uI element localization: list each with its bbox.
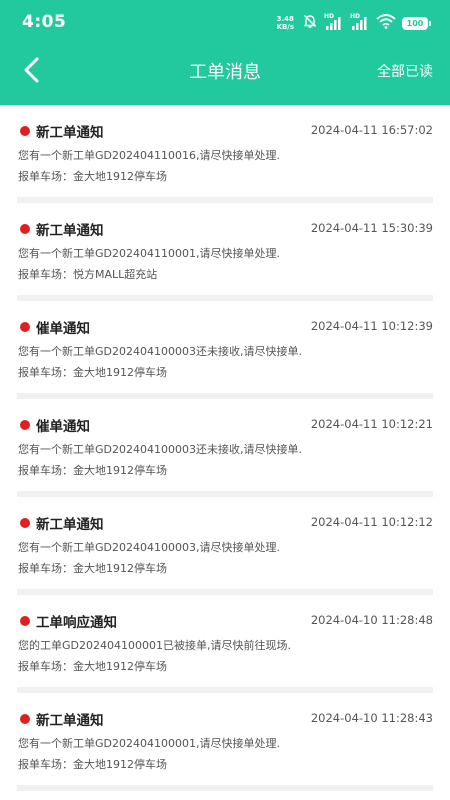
signal-2-icon: HD bbox=[350, 13, 370, 31]
message-desc: 您有一个新工单GD202404100003还未接收,请尽快接单. bbox=[18, 443, 302, 456]
message-list: 新工单通知 2024-04-11 16:57:02 您有一个新工单GD20240… bbox=[0, 105, 450, 791]
message-place: 报单车场：金大地1912停车场 bbox=[18, 464, 167, 477]
message-time: 2024-04-10 11:28:43 bbox=[310, 711, 433, 725]
mute-bell-icon bbox=[302, 13, 318, 33]
message-place: 报单车场：金大地1912停车场 bbox=[18, 366, 167, 379]
message-title: 新工单通知 bbox=[36, 125, 104, 141]
message-title: 催单通知 bbox=[36, 419, 90, 435]
message-item[interactable]: 新工单通知 2024-04-11 10:12:12 您有一个新工单GD20240… bbox=[17, 497, 433, 595]
message-time: 2024-04-11 10:12:12 bbox=[310, 515, 433, 529]
message-time: 2024-04-11 16:57:02 bbox=[310, 123, 433, 137]
status-icons: 3.48 KB/s HD HD 100 bbox=[277, 13, 431, 33]
message-title: 新工单通知 bbox=[36, 223, 104, 239]
net-speed-unit: KB/s bbox=[276, 23, 294, 31]
message-desc: 您有一个新工单GD202404100001,请尽快接单处理. bbox=[18, 737, 280, 750]
unread-dot-icon bbox=[20, 322, 30, 332]
message-time: 2024-04-11 10:12:39 bbox=[310, 319, 433, 333]
net-speed-value: 3.48 bbox=[276, 15, 294, 23]
header: 4:05 3.48 KB/s HD HD 100 工单消息 全部已读 bbox=[0, 0, 450, 105]
message-desc: 您有一个新工单GD202404110016,请尽快接单处理. bbox=[18, 149, 280, 162]
message-place: 报单车场：金大地1912停车场 bbox=[18, 660, 167, 673]
message-item[interactable]: 工单响应通知 2024-04-10 11:28:48 您的工单GD2024041… bbox=[17, 595, 433, 693]
signal-1-icon: HD bbox=[324, 13, 344, 31]
message-item[interactable]: 催单通知 2024-04-11 10:12:39 您有一个新工单GD202404… bbox=[17, 301, 433, 399]
unread-dot-icon bbox=[20, 126, 30, 136]
message-title: 催单通知 bbox=[36, 321, 90, 337]
message-item[interactable]: 新工单通知 2024-04-11 15:30:39 您有一个新工单GD20240… bbox=[17, 203, 433, 301]
unread-dot-icon bbox=[20, 714, 30, 724]
mark-all-read-button[interactable]: 全部已读 bbox=[377, 61, 433, 81]
unread-dot-icon bbox=[20, 224, 30, 234]
net-speed: 3.48 KB/s bbox=[277, 15, 294, 31]
unread-dot-icon bbox=[20, 518, 30, 528]
message-title: 新工单通知 bbox=[36, 713, 104, 729]
message-title: 工单响应通知 bbox=[36, 615, 117, 631]
message-desc: 您有一个新工单GD202404100003还未接收,请尽快接单. bbox=[18, 345, 302, 358]
message-time: 2024-04-10 11:28:48 bbox=[310, 613, 433, 627]
nav-bar: 工单消息 全部已读 bbox=[0, 46, 450, 96]
message-time: 2024-04-11 15:30:39 bbox=[310, 221, 433, 235]
message-item[interactable]: 新工单通知 2024-04-11 16:57:02 您有一个新工单GD20240… bbox=[17, 105, 433, 203]
message-place: 报单车场：金大地1912停车场 bbox=[18, 758, 167, 771]
sim1-label: HD bbox=[324, 13, 335, 20]
message-place: 报单车场：金大地1912停车场 bbox=[18, 562, 167, 575]
wifi-icon bbox=[376, 13, 396, 33]
message-desc: 您有一个新工单GD202404100003,请尽快接单处理. bbox=[18, 541, 280, 554]
message-title: 新工单通知 bbox=[36, 517, 104, 533]
message-item[interactable]: 催单通知 2024-04-11 10:12:21 您有一个新工单GD202404… bbox=[17, 399, 433, 497]
message-item[interactable]: 新工单通知 2024-04-10 11:28:43 您有一个新工单GD20240… bbox=[17, 693, 433, 791]
message-time: 2024-04-11 10:12:21 bbox=[310, 417, 433, 431]
unread-dot-icon bbox=[20, 616, 30, 626]
message-desc: 您的工单GD202404100001已被接单,请尽快前往现场. bbox=[18, 639, 291, 652]
status-bar: 4:05 3.48 KB/s HD HD 100 bbox=[0, 0, 450, 46]
status-time: 4:05 bbox=[22, 12, 67, 32]
message-place: 报单车场：金大地1912停车场 bbox=[18, 170, 167, 183]
unread-dot-icon bbox=[20, 420, 30, 430]
message-place: 报单车场：悦方MALL超充站 bbox=[18, 268, 158, 281]
message-desc: 您有一个新工单GD202404110001,请尽快接单处理. bbox=[18, 247, 280, 260]
sim2-label: HD bbox=[350, 13, 361, 20]
battery-icon: 100 bbox=[402, 16, 431, 30]
